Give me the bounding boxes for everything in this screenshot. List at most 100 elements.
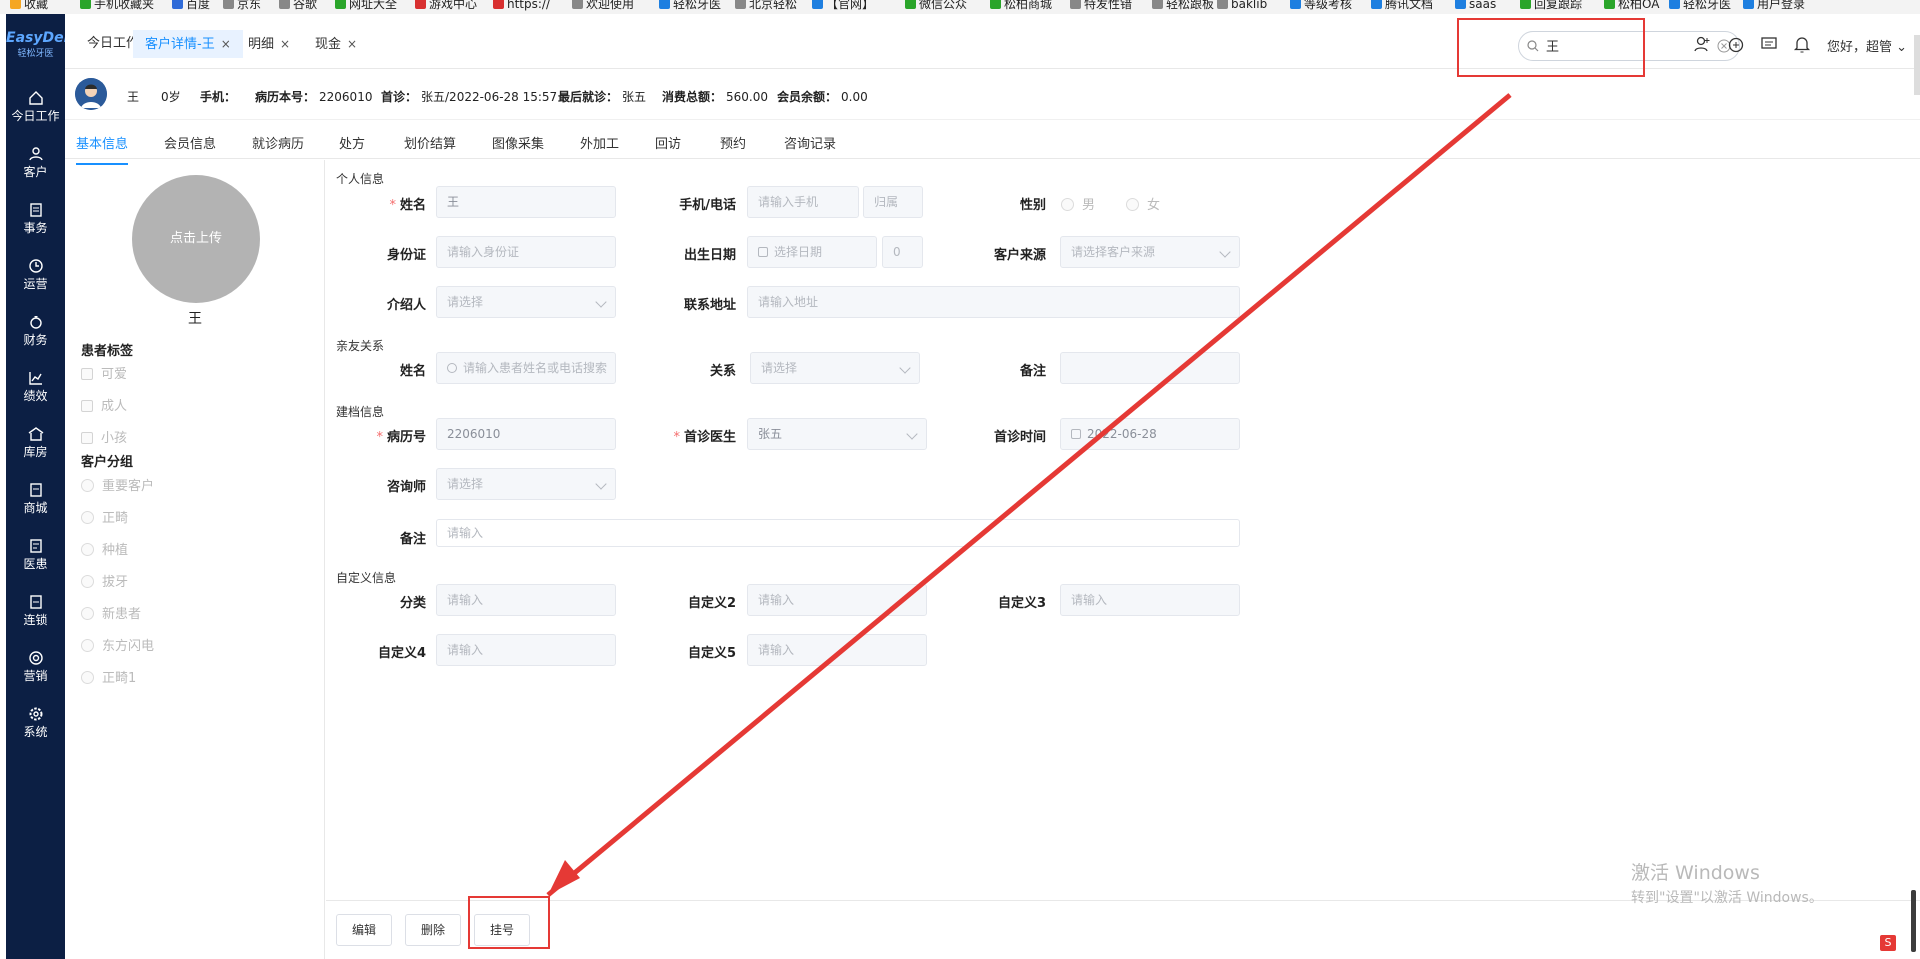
detail-tab[interactable]: 处方 bbox=[339, 133, 365, 152]
edit-button[interactable]: 编辑 bbox=[336, 914, 392, 946]
detail-tab[interactable]: 图像采集 bbox=[492, 133, 544, 152]
sidebar-item[interactable]: 绩效 bbox=[6, 370, 65, 403]
bookmark-item[interactable]: 轻松牙医 bbox=[659, 0, 721, 11]
consultant-select[interactable]: 请选择 bbox=[436, 468, 616, 500]
group-radio[interactable]: 东方闪电 bbox=[81, 635, 154, 654]
avatar-upload[interactable]: 点击上传 bbox=[132, 175, 260, 303]
gender-female-radio[interactable]: 女 bbox=[1126, 194, 1160, 213]
group-radio[interactable]: 正畸1 bbox=[81, 667, 136, 686]
radio-circle[interactable] bbox=[81, 479, 94, 492]
tab-cash[interactable]: 现金 × bbox=[303, 30, 369, 58]
phone-belong-field[interactable]: 归属 bbox=[863, 186, 923, 218]
detail-tab[interactable]: 会员信息 bbox=[164, 133, 216, 152]
detail-tab[interactable]: 外加工 bbox=[580, 133, 619, 152]
custom2-field[interactable]: 请输入 bbox=[747, 584, 927, 616]
first-time-picker[interactable]: 2022-06-28 bbox=[1060, 418, 1240, 450]
group-radio[interactable]: 新患者 bbox=[81, 603, 141, 622]
tag-checkbox[interactable]: 可爱 bbox=[81, 363, 127, 382]
user-greeting[interactable]: 您好，超管 ⌄ bbox=[1827, 36, 1907, 55]
bookmark-item[interactable]: 等级考核 bbox=[1290, 0, 1352, 11]
vertical-scrollbar[interactable] bbox=[1911, 890, 1916, 952]
add-appointment-icon[interactable] bbox=[1726, 34, 1746, 54]
bookmark-item[interactable]: 谷歌 bbox=[279, 0, 317, 11]
bookmark-item[interactable]: 特发性错 bbox=[1070, 0, 1132, 11]
detail-tab[interactable]: 划价结算 bbox=[404, 133, 456, 152]
bookmark-item[interactable]: baklib bbox=[1217, 0, 1267, 11]
bookmark-item[interactable]: 微信公众 bbox=[905, 0, 967, 11]
group-radio[interactable]: 正畸 bbox=[81, 507, 128, 526]
bookmark-item[interactable]: 松柏商城 bbox=[990, 0, 1052, 11]
phone-field[interactable]: 请输入手机 bbox=[747, 186, 859, 218]
bookmark-item[interactable]: 收藏 bbox=[10, 0, 48, 11]
bookmark-item[interactable]: 轻松跟板 bbox=[1152, 0, 1214, 11]
checkbox-box[interactable] bbox=[81, 400, 93, 412]
sidebar-item[interactable]: 事务 bbox=[6, 202, 65, 235]
address-field[interactable]: 请输入地址 bbox=[747, 286, 1240, 318]
bookmark-item[interactable]: 松柏OA bbox=[1604, 0, 1659, 11]
source-select[interactable]: 请选择客户来源 bbox=[1060, 236, 1240, 268]
bookmark-item[interactable]: 京东 bbox=[223, 0, 261, 11]
group-radio[interactable]: 重要客户 bbox=[81, 475, 154, 494]
custom4-field[interactable]: 请输入 bbox=[436, 634, 616, 666]
sidebar-item[interactable]: 客户 bbox=[6, 146, 65, 179]
id-field[interactable]: 请输入身份证 bbox=[436, 236, 616, 268]
radio-circle[interactable] bbox=[81, 639, 94, 652]
name-field[interactable]: 王 bbox=[436, 186, 616, 218]
group-radio[interactable]: 拔牙 bbox=[81, 571, 128, 590]
category-field[interactable]: 请输入 bbox=[436, 584, 616, 616]
sidebar-item[interactable]: 今日工作 bbox=[6, 90, 65, 123]
radio-circle[interactable] bbox=[81, 607, 94, 620]
detail-tab[interactable]: 基本信息 bbox=[76, 133, 129, 165]
relation-note-field[interactable] bbox=[1060, 352, 1240, 384]
bell-icon[interactable] bbox=[1792, 34, 1812, 54]
gender-male-radio[interactable]: 男 bbox=[1061, 194, 1095, 213]
custom3-field[interactable]: 请输入 bbox=[1060, 584, 1240, 616]
bookmark-item[interactable]: 用户登录 bbox=[1743, 0, 1805, 11]
sidebar-item[interactable]: 商城 bbox=[6, 482, 65, 515]
tag-checkbox[interactable]: 成人 bbox=[81, 395, 127, 414]
bookmark-item[interactable]: saas bbox=[1455, 0, 1496, 11]
referrer-select[interactable]: 请选择 bbox=[436, 286, 616, 318]
checkbox-box[interactable] bbox=[81, 368, 93, 380]
bookmark-item[interactable]: 网址大全 bbox=[335, 0, 397, 11]
close-icon[interactable]: × bbox=[280, 37, 290, 51]
bookmark-item[interactable]: 腾讯文档 bbox=[1371, 0, 1433, 11]
bookmark-item[interactable]: 【官网】 bbox=[812, 0, 874, 11]
first-doctor-select[interactable]: 张五 bbox=[747, 418, 927, 450]
sidebar-item[interactable]: 医患 bbox=[6, 538, 65, 571]
bookmark-item[interactable]: 百度 bbox=[172, 0, 210, 11]
tag-checkbox[interactable]: 小孩 bbox=[81, 427, 127, 446]
bookmark-item[interactable]: 北京轻松 bbox=[735, 0, 797, 11]
sidebar-item[interactable]: 库房 bbox=[6, 426, 65, 459]
bookmark-item[interactable]: 游戏中心 bbox=[415, 0, 477, 11]
sidebar-item[interactable]: 系统 bbox=[6, 706, 65, 739]
birth-date-picker[interactable]: 选择日期 bbox=[747, 236, 877, 268]
bookmark-item[interactable]: https:// bbox=[493, 0, 550, 11]
message-icon[interactable] bbox=[1759, 34, 1779, 54]
checkbox-box[interactable] bbox=[81, 432, 93, 444]
close-icon[interactable]: × bbox=[347, 37, 357, 51]
tab-detail[interactable]: 明细 × bbox=[236, 30, 302, 58]
detail-tab[interactable]: 就诊病历 bbox=[252, 133, 304, 152]
radio-circle[interactable] bbox=[81, 543, 94, 556]
sidebar-item[interactable]: 财务 bbox=[6, 314, 65, 347]
detail-tab[interactable]: 咨询记录 bbox=[784, 133, 836, 152]
detail-tab[interactable]: 预约 bbox=[720, 133, 746, 152]
user-add-icon[interactable] bbox=[1692, 34, 1712, 54]
sidebar-item[interactable]: 运营 bbox=[6, 258, 65, 291]
bookmark-item[interactable]: 回复跟踪 bbox=[1520, 0, 1582, 11]
custom5-field[interactable]: 请输入 bbox=[747, 634, 927, 666]
bookmark-item[interactable]: 轻松牙医 bbox=[1669, 0, 1731, 11]
note-textarea[interactable]: 请输入 bbox=[436, 519, 1240, 547]
sidebar-item[interactable]: 连锁 bbox=[6, 594, 65, 627]
close-icon[interactable]: × bbox=[221, 37, 231, 51]
bookmark-item[interactable]: 手机收藏夹 bbox=[80, 0, 154, 11]
group-radio[interactable]: 种植 bbox=[81, 539, 128, 558]
detail-tab[interactable]: 回访 bbox=[655, 133, 681, 152]
relative-search-field[interactable]: 请输入患者姓名或电话搜索 bbox=[436, 352, 616, 384]
record-no-field[interactable]: 2206010 bbox=[436, 418, 616, 450]
relation-select[interactable]: 请选择 bbox=[750, 352, 920, 384]
radio-circle[interactable] bbox=[81, 511, 94, 524]
bookmark-item[interactable]: 欢迎使用 bbox=[572, 0, 634, 11]
radio-circle[interactable] bbox=[81, 575, 94, 588]
